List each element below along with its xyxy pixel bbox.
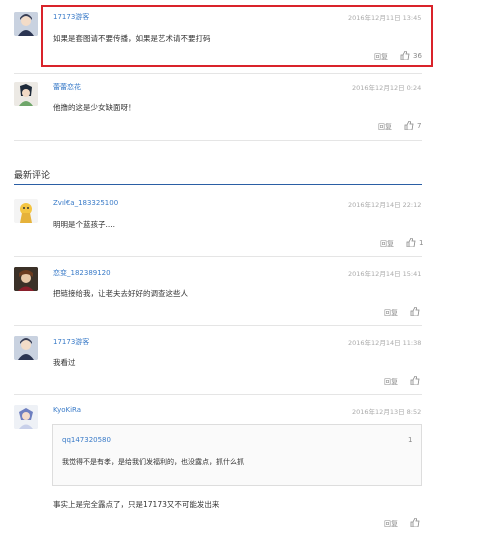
like-button[interactable]: 7 bbox=[404, 121, 421, 130]
comment-text: 如果是套图请不要传播，如果是艺术请不要打码 bbox=[53, 34, 211, 43]
quote-floor-number: 1 bbox=[408, 436, 413, 444]
timestamp: 2016年12月14日 15:41 bbox=[348, 270, 422, 278]
timestamp: 2016年12月14日 11:38 bbox=[348, 339, 422, 347]
comment-text: 我看过 bbox=[53, 358, 76, 367]
username[interactable]: 17173游客 bbox=[53, 337, 89, 347]
like-count: 7 bbox=[417, 121, 422, 130]
divider bbox=[14, 140, 422, 141]
reply-button[interactable]: 回复 bbox=[384, 308, 398, 318]
avatar[interactable] bbox=[14, 199, 38, 223]
timestamp: 2016年12月13日 8:52 bbox=[352, 408, 422, 416]
like-button[interactable]: 1 bbox=[406, 238, 423, 247]
reply-button[interactable]: 回复 bbox=[384, 377, 398, 387]
avatar[interactable] bbox=[14, 336, 38, 360]
divider bbox=[14, 394, 422, 395]
avatar[interactable] bbox=[14, 12, 38, 36]
reply-button[interactable]: 回复 bbox=[378, 122, 392, 132]
quoted-comment bbox=[52, 424, 422, 486]
like-button[interactable] bbox=[410, 518, 420, 527]
timestamp: 2016年12月11日 13:45 bbox=[348, 14, 422, 22]
username[interactable]: 17173游客 bbox=[53, 12, 89, 22]
divider bbox=[14, 325, 422, 326]
like-count: 36 bbox=[413, 51, 422, 60]
comment-text: 把链接给我，让老夫去好好的调查这些人 bbox=[53, 289, 188, 298]
comment-text: 事实上是完全露点了，只是17173又不可能发出来 bbox=[53, 500, 220, 509]
thumbs-up-icon bbox=[404, 121, 414, 130]
reply-button[interactable]: 回复 bbox=[380, 239, 394, 249]
thumbs-up-icon bbox=[410, 518, 420, 527]
thumbs-up-icon bbox=[410, 307, 420, 316]
timestamp: 2016年12月12日 0:24 bbox=[352, 84, 422, 92]
divider bbox=[14, 256, 422, 257]
section-title: 最新评论 bbox=[14, 171, 51, 181]
like-button[interactable] bbox=[410, 376, 420, 385]
timestamp: 2016年12月14日 22:12 bbox=[348, 201, 422, 209]
quoted-username[interactable]: qq147320580 bbox=[62, 436, 111, 444]
username[interactable]: 恋变_182389120 bbox=[53, 268, 111, 278]
avatar[interactable] bbox=[14, 82, 38, 106]
avatar[interactable] bbox=[14, 267, 38, 291]
username[interactable]: 蕾蕾恋花 bbox=[53, 82, 81, 92]
comment-text: 明明是个蓝孩子.... bbox=[53, 220, 116, 229]
reply-button[interactable]: 回复 bbox=[384, 519, 398, 529]
quoted-text: 我觉得不是有孝，是给我们发福利的，也没露点，抓什么抓 bbox=[62, 458, 244, 466]
thumbs-up-icon bbox=[410, 376, 420, 385]
like-button[interactable]: 36 bbox=[400, 51, 422, 60]
like-count: 1 bbox=[419, 238, 424, 247]
username[interactable]: Ζvıl€a_183325100 bbox=[53, 199, 118, 207]
thumbs-up-icon bbox=[400, 51, 410, 60]
avatar[interactable] bbox=[14, 405, 38, 429]
username[interactable]: KyoKiRa bbox=[53, 406, 81, 414]
reply-button[interactable]: 回复 bbox=[374, 52, 388, 62]
like-button[interactable] bbox=[410, 307, 420, 316]
thumbs-up-icon bbox=[406, 238, 416, 247]
divider bbox=[14, 73, 422, 74]
comment-text: 他撸的这是少女缺面呀！ bbox=[53, 103, 136, 112]
section-rule bbox=[14, 184, 422, 185]
